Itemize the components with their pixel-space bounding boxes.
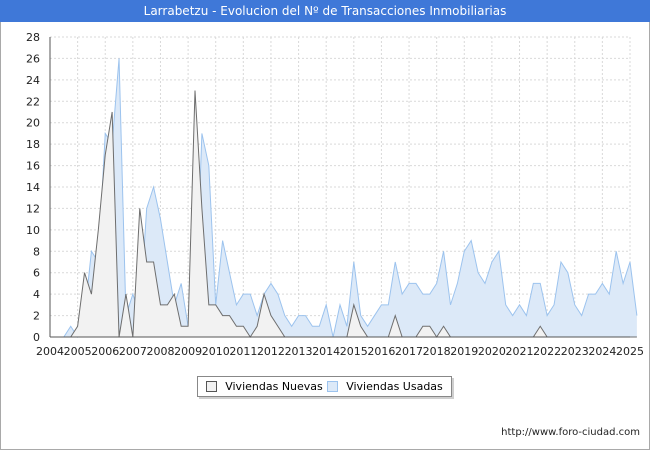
x-tick-label: 2004 <box>36 345 64 358</box>
x-tick-label: 2005 <box>64 345 92 358</box>
x-tick-label: 2011 <box>229 345 257 358</box>
y-tick-label: 16 <box>26 160 40 173</box>
x-tick-label: 2006 <box>91 345 119 358</box>
x-tick-label: 2025 <box>616 345 644 358</box>
legend-label-usadas: Viviendas Usadas <box>346 380 443 393</box>
x-tick-label: 2024 <box>588 345 616 358</box>
x-tick-label: 2014 <box>312 345 340 358</box>
y-tick-label: 24 <box>26 74 40 87</box>
y-tick-label: 10 <box>26 224 40 237</box>
legend-label-nuevas: Viviendas Nuevas <box>225 380 323 393</box>
y-tick-label: 22 <box>26 95 40 108</box>
x-tick-label: 2015 <box>340 345 368 358</box>
x-tick-label: 2020 <box>478 345 506 358</box>
x-tick-label: 2008 <box>146 345 174 358</box>
x-tick-label: 2018 <box>423 345 451 358</box>
y-tick-label: 18 <box>26 138 40 151</box>
x-tick-label: 2012 <box>257 345 285 358</box>
y-tick-label: 0 <box>33 331 40 344</box>
legend-item-nuevas: Viviendas Nuevas <box>206 380 323 393</box>
x-tick-label: 2013 <box>285 345 313 358</box>
x-tick-label: 2009 <box>174 345 202 358</box>
y-tick-label: 12 <box>26 202 40 215</box>
y-tick-label: 6 <box>33 267 40 280</box>
legend: Viviendas Nuevas Viviendas Usadas <box>197 376 452 397</box>
y-tick-label: 4 <box>33 288 40 301</box>
y-tick-label: 2 <box>33 310 40 323</box>
y-tick-label: 8 <box>33 245 40 258</box>
footer-url: http://www.foro-ciudad.com <box>501 427 640 438</box>
legend-swatch-usadas <box>327 381 339 392</box>
y-tick-label: 20 <box>26 117 40 130</box>
x-tick-label: 2019 <box>450 345 478 358</box>
x-tick-label: 2017 <box>395 345 423 358</box>
x-tick-label: 2016 <box>367 345 395 358</box>
y-tick-label: 28 <box>26 31 40 44</box>
legend-swatch-nuevas <box>206 381 218 392</box>
x-tick-label: 2021 <box>506 345 534 358</box>
x-tick-label: 2007 <box>119 345 147 358</box>
y-tick-label: 14 <box>26 181 40 194</box>
x-tick-label: 2010 <box>202 345 230 358</box>
y-tick-label: 26 <box>26 52 40 65</box>
x-tick-label: 2022 <box>533 345 561 358</box>
x-tick-label: 2023 <box>561 345 589 358</box>
legend-item-usadas: Viviendas Usadas <box>327 380 443 393</box>
